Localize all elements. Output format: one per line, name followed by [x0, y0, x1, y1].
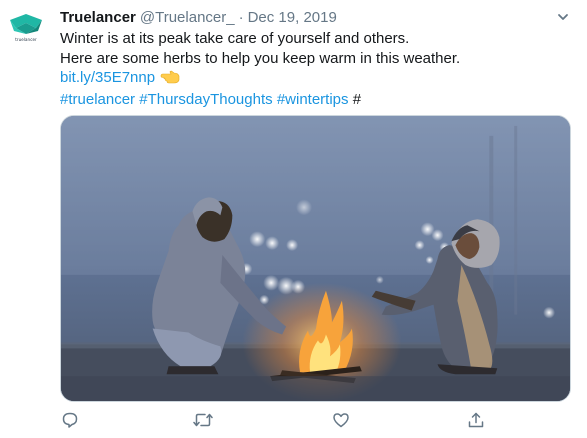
tweet-card[interactable]: truelancer Truelancer @Truelancer_ · Dec…	[0, 0, 587, 438]
winter-bonfire-photo	[61, 116, 570, 401]
tweet-link-line: bit.ly/35E7nnp	[60, 68, 575, 90]
tweet-link[interactable]: bit.ly/35E7nnp	[60, 69, 155, 86]
truelancer-logo-icon	[3, 7, 49, 53]
tweet-date[interactable]: Dec 19, 2019	[248, 9, 337, 26]
heart-icon[interactable]	[331, 410, 351, 430]
tweet-photo[interactable]	[60, 115, 571, 402]
retweet-icon[interactable]	[193, 410, 213, 430]
tweet-text-line-1: Winter is at its peak take care of yours…	[60, 30, 410, 47]
tweet-hashtags-line: #truelancer #ThursdayThoughts #wintertip…	[60, 90, 575, 110]
tweet-actions-bar	[60, 410, 484, 430]
avatar-logo-text: truelancer	[15, 37, 37, 42]
avatar[interactable]: truelancer	[3, 7, 49, 53]
chevron-down-icon[interactable]	[556, 10, 570, 24]
reply-icon[interactable]	[60, 410, 80, 430]
hashtag-truelancer[interactable]: #truelancer	[60, 91, 135, 108]
trailing-hash-symbol: #	[352, 90, 362, 108]
display-name[interactable]: Truelancer	[60, 9, 136, 26]
pointing-left-hand-emoji	[160, 70, 180, 90]
separator-dot: ·	[238, 8, 244, 26]
tweet-header: Truelancer @Truelancer_ · Dec 19, 2019	[60, 7, 337, 27]
tweet-text-line-2: Here are some herbs to help you keep war…	[60, 49, 461, 67]
hashtag-wintertips[interactable]: #wintertips	[277, 91, 349, 108]
user-handle[interactable]: @Truelancer_	[140, 9, 235, 26]
share-icon[interactable]	[466, 410, 486, 430]
tweet-text: Winter is at its peak take care of yours…	[60, 29, 575, 109]
hashtag-thursdaythoughts[interactable]: #ThursdayThoughts	[139, 91, 272, 108]
